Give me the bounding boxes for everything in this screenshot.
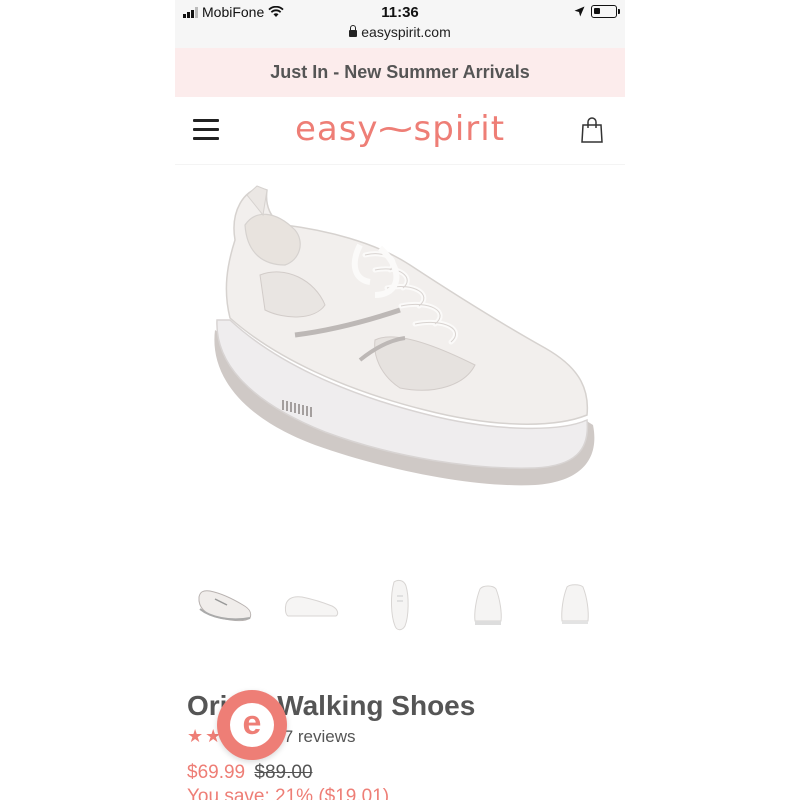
logo-wave: ⁓: [378, 109, 414, 149]
sale-price: $69.99: [187, 762, 246, 783]
thumbnail-strip: [175, 575, 625, 635]
clock: 11:36: [381, 4, 419, 21]
chat-button[interactable]: e: [217, 690, 287, 760]
thumbnail-top-image: [390, 579, 409, 631]
battery-icon: [591, 5, 620, 18]
thumbnail-back-image: [561, 584, 589, 624]
thumbnail-side-image: [285, 596, 339, 617]
reviews-link[interactable]: 7 reviews: [284, 727, 356, 747]
url-text: easyspirit.com: [361, 24, 451, 40]
thumbnail-front-image: [473, 585, 502, 625]
savings-text: You save: 21% ($19.01): [187, 786, 390, 800]
status-right: [574, 5, 620, 18]
thumbnail-1[interactable]: [190, 577, 260, 633]
chat-badge-letter: e: [230, 703, 274, 747]
site-header: easy⁓spirit: [175, 97, 625, 165]
promo-text: Just In - New Summer Arrivals: [270, 62, 530, 82]
thumbnail-5[interactable]: [540, 577, 610, 633]
shopping-bag-icon[interactable]: [581, 117, 603, 143]
logo-word-easy: easy: [294, 109, 379, 149]
lock-icon: [349, 25, 358, 37]
thumbnail-angle-image: [198, 590, 252, 622]
star-icon: ★: [187, 726, 204, 746]
price-row: $69.99 $89.00: [187, 762, 313, 784]
logo-word-spirit: spirit: [413, 109, 506, 149]
product-main-image[interactable]: [175, 170, 625, 520]
thumbnail-3[interactable]: [365, 577, 435, 633]
status-bar: MobiFone 11:36 easyspirit.com: [175, 0, 625, 48]
location-icon: [574, 6, 585, 17]
thumbnail-4[interactable]: [453, 577, 523, 633]
thumbnail-2[interactable]: [277, 577, 347, 633]
phone-screen: MobiFone 11:36 easyspirit.com Just In - …: [175, 0, 625, 800]
original-price: $89.00: [254, 762, 313, 783]
address-bar[interactable]: easyspirit.com: [175, 24, 625, 40]
promo-banner[interactable]: Just In - New Summer Arrivals: [175, 48, 625, 97]
brand-logo[interactable]: easy⁓spirit: [175, 109, 625, 149]
